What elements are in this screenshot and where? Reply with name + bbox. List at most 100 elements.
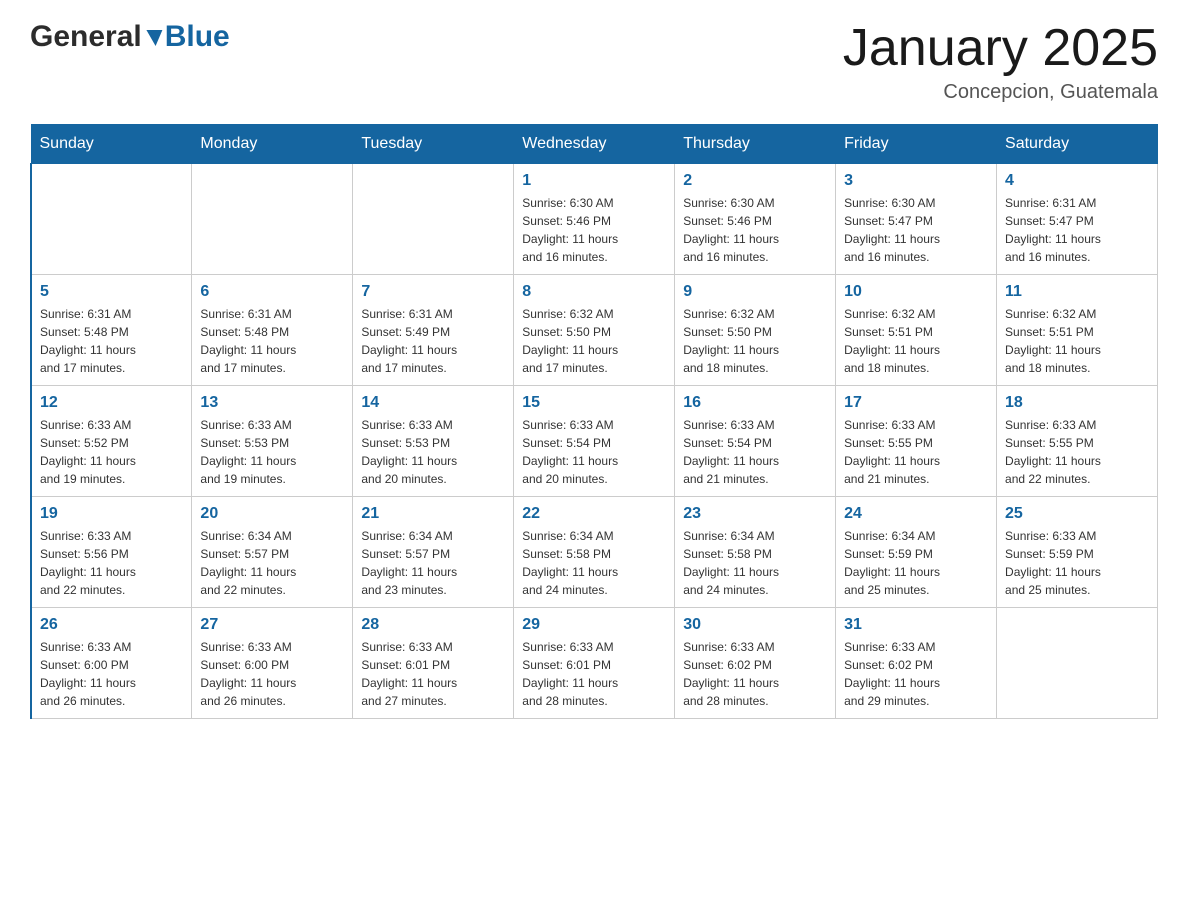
day-info: Sunrise: 6:33 AMSunset: 5:53 PMDaylight:… xyxy=(200,416,344,488)
day-number: 8 xyxy=(522,283,666,301)
calendar-week-row: 12Sunrise: 6:33 AMSunset: 5:52 PMDayligh… xyxy=(31,386,1158,497)
day-number: 14 xyxy=(361,394,505,412)
location: Concepcion, Guatemala xyxy=(843,81,1158,104)
day-header-sunday: Sunday xyxy=(31,125,192,164)
calendar-cell: 23 Sunrise: 6:34 AMSunset: 5:58 PMDayligh… xyxy=(675,497,836,608)
day-info: Sunrise: 6:32 AMSunset: 5:51 PMDaylight:… xyxy=(844,305,988,377)
calendar-cell: 5Sunrise: 6:31 AMSunset: 5:48 PMDaylight… xyxy=(31,275,192,386)
day-info: Sunrise: 6:33 AMSunset: 5:54 PMDaylight:… xyxy=(522,416,666,488)
day-info: Sunrise: 6:32 AMSunset: 5:50 PMDaylight:… xyxy=(683,305,827,377)
day-number: 3 xyxy=(844,172,988,190)
calendar-cell: 11 Sunrise: 6:32 AMSunset: 5:51 PMDayligh… xyxy=(997,275,1158,386)
day-number: 13 xyxy=(200,394,344,412)
calendar-cell: 27Sunrise: 6:33 AMSunset: 6:00 PMDayligh… xyxy=(192,608,353,719)
calendar-cell: 7Sunrise: 6:31 AMSunset: 5:49 PMDaylight… xyxy=(353,275,514,386)
calendar-week-row: 1 Sunrise: 6:30 AMSunset: 5:46 PMDaylight… xyxy=(31,164,1158,275)
day-number: 1 xyxy=(522,172,666,190)
calendar-cell xyxy=(997,608,1158,719)
calendar-cell: 26 Sunrise: 6:33 AMSunset: 6:00 PMDayligh… xyxy=(31,608,192,719)
calendar-cell: 8 Sunrise: 6:32 AMSunset: 5:50 PMDaylight… xyxy=(514,275,675,386)
calendar-cell: 24 Sunrise: 6:34 AMSunset: 5:59 PMDayligh… xyxy=(836,497,997,608)
day-number: 17 xyxy=(844,394,988,412)
day-number: 10 xyxy=(844,283,988,301)
day-number: 24 xyxy=(844,505,988,523)
day-header-wednesday: Wednesday xyxy=(514,125,675,164)
day-info: Sunrise: 6:33 AMSunset: 6:00 PMDaylight:… xyxy=(40,638,183,710)
day-number: 5 xyxy=(40,283,183,301)
calendar-cell: 15 Sunrise: 6:33 AMSunset: 5:54 PMDayligh… xyxy=(514,386,675,497)
calendar-cell: 10 Sunrise: 6:32 AMSunset: 5:51 PMDayligh… xyxy=(836,275,997,386)
calendar-cell: 25Sunrise: 6:33 AMSunset: 5:59 PMDayligh… xyxy=(997,497,1158,608)
day-info: Sunrise: 6:33 AMSunset: 6:01 PMDaylight:… xyxy=(522,638,666,710)
calendar-cell: 1 Sunrise: 6:30 AMSunset: 5:46 PMDaylight… xyxy=(514,164,675,275)
calendar-week-row: 5 Sunrise: 6:31 AMSunset: 5:48 PMDaylight… xyxy=(31,275,1158,386)
day-number: 19 xyxy=(40,505,183,523)
day-number: 30 xyxy=(683,616,827,634)
calendar-cell: 30 Sunrise: 6:33 AMSunset: 6:02 PMDayligh… xyxy=(675,608,836,719)
logo: General Blue xyxy=(30,20,230,54)
day-number: 26 xyxy=(40,616,183,634)
calendar-cell: 18 Sunrise: 6:33 AMSunset: 5:55 PMDayligh… xyxy=(997,386,1158,497)
day-info: Sunrise: 6:30 AMSunset: 5:46 PMDaylight:… xyxy=(683,194,827,266)
logo-general: General xyxy=(30,20,142,54)
calendar-cell xyxy=(192,164,353,275)
day-number: 11 xyxy=(1005,283,1149,301)
calendar-cell xyxy=(353,164,514,275)
day-info: Sunrise: 6:32 AMSunset: 5:51 PMDaylight:… xyxy=(1005,305,1149,377)
day-info: Sunrise: 6:34 AMSunset: 5:57 PMDaylight:… xyxy=(361,527,505,599)
calendar-week-row: 19 Sunrise: 6:33 AMSunset: 5:56 PMDayligh… xyxy=(31,497,1158,608)
day-info: Sunrise: 6:32 AMSunset: 5:50 PMDaylight:… xyxy=(522,305,666,377)
day-number: 16 xyxy=(683,394,827,412)
calendar-cell xyxy=(31,164,192,275)
day-info: Sunrise: 6:33 AMSunset: 5:55 PMDaylight:… xyxy=(844,416,988,488)
logo-blue: Blue xyxy=(165,20,230,54)
calendar-cell: 3 Sunrise: 6:30 AMSunset: 5:47 PMDaylight… xyxy=(836,164,997,275)
calendar-week-row: 26 Sunrise: 6:33 AMSunset: 6:00 PMDayligh… xyxy=(31,608,1158,719)
day-number: 21 xyxy=(361,505,505,523)
day-info: Sunrise: 6:34 AMSunset: 5:58 PMDaylight:… xyxy=(522,527,666,599)
day-info: Sunrise: 6:31 AMSunset: 5:48 PMDaylight:… xyxy=(200,305,344,377)
calendar-cell: 14Sunrise: 6:33 AMSunset: 5:53 PMDayligh… xyxy=(353,386,514,497)
calendar-cell: 29Sunrise: 6:33 AMSunset: 6:01 PMDayligh… xyxy=(514,608,675,719)
day-info: Sunrise: 6:34 AMSunset: 5:57 PMDaylight:… xyxy=(200,527,344,599)
calendar: SundayMondayTuesdayWednesdayThursdayFrid… xyxy=(30,124,1158,719)
day-header-saturday: Saturday xyxy=(997,125,1158,164)
day-number: 15 xyxy=(522,394,666,412)
day-info: Sunrise: 6:34 AMSunset: 5:59 PMDaylight:… xyxy=(844,527,988,599)
day-number: 7 xyxy=(361,283,505,301)
day-number: 2 xyxy=(683,172,827,190)
day-number: 6 xyxy=(200,283,344,301)
day-info: Sunrise: 6:33 AMSunset: 5:54 PMDaylight:… xyxy=(683,416,827,488)
day-info: Sunrise: 6:33 AMSunset: 6:02 PMDaylight:… xyxy=(683,638,827,710)
calendar-cell: 2 Sunrise: 6:30 AMSunset: 5:46 PMDaylight… xyxy=(675,164,836,275)
day-info: Sunrise: 6:30 AMSunset: 5:46 PMDaylight:… xyxy=(522,194,666,266)
day-number: 25 xyxy=(1005,505,1149,523)
day-number: 20 xyxy=(200,505,344,523)
calendar-cell: 6 Sunrise: 6:31 AMSunset: 5:48 PMDaylight… xyxy=(192,275,353,386)
day-info: Sunrise: 6:30 AMSunset: 5:47 PMDaylight:… xyxy=(844,194,988,266)
logo-arrow-icon xyxy=(143,30,162,46)
day-info: Sunrise: 6:34 AMSunset: 5:58 PMDaylight:… xyxy=(683,527,827,599)
day-number: 23 xyxy=(683,505,827,523)
calendar-cell: 16 Sunrise: 6:33 AMSunset: 5:54 PMDayligh… xyxy=(675,386,836,497)
calendar-header-row: SundayMondayTuesdayWednesdayThursdayFrid… xyxy=(31,125,1158,164)
day-number: 18 xyxy=(1005,394,1149,412)
day-info: Sunrise: 6:33 AMSunset: 5:55 PMDaylight:… xyxy=(1005,416,1149,488)
day-header-monday: Monday xyxy=(192,125,353,164)
day-info: Sunrise: 6:31 AMSunset: 5:47 PMDaylight:… xyxy=(1005,194,1149,266)
day-info: Sunrise: 6:33 AMSunset: 6:01 PMDaylight:… xyxy=(361,638,505,710)
day-number: 28 xyxy=(361,616,505,634)
header: General Blue January 2025 Concepcion, Gu… xyxy=(30,20,1158,104)
day-info: Sunrise: 6:33 AMSunset: 6:02 PMDaylight:… xyxy=(844,638,988,710)
day-number: 4 xyxy=(1005,172,1149,190)
calendar-cell: 20 Sunrise: 6:34 AMSunset: 5:57 PMDayligh… xyxy=(192,497,353,608)
calendar-cell: 9 Sunrise: 6:32 AMSunset: 5:50 PMDaylight… xyxy=(675,275,836,386)
day-number: 9 xyxy=(683,283,827,301)
calendar-cell: 21 Sunrise: 6:34 AMSunset: 5:57 PMDayligh… xyxy=(353,497,514,608)
month-title: January 2025 xyxy=(843,20,1158,77)
day-info: Sunrise: 6:33 AMSunset: 5:52 PMDaylight:… xyxy=(40,416,183,488)
day-info: Sunrise: 6:33 AMSunset: 5:56 PMDaylight:… xyxy=(40,527,183,599)
day-header-thursday: Thursday xyxy=(675,125,836,164)
day-info: Sunrise: 6:33 AMSunset: 6:00 PMDaylight:… xyxy=(200,638,344,710)
calendar-cell: 22Sunrise: 6:34 AMSunset: 5:58 PMDayligh… xyxy=(514,497,675,608)
